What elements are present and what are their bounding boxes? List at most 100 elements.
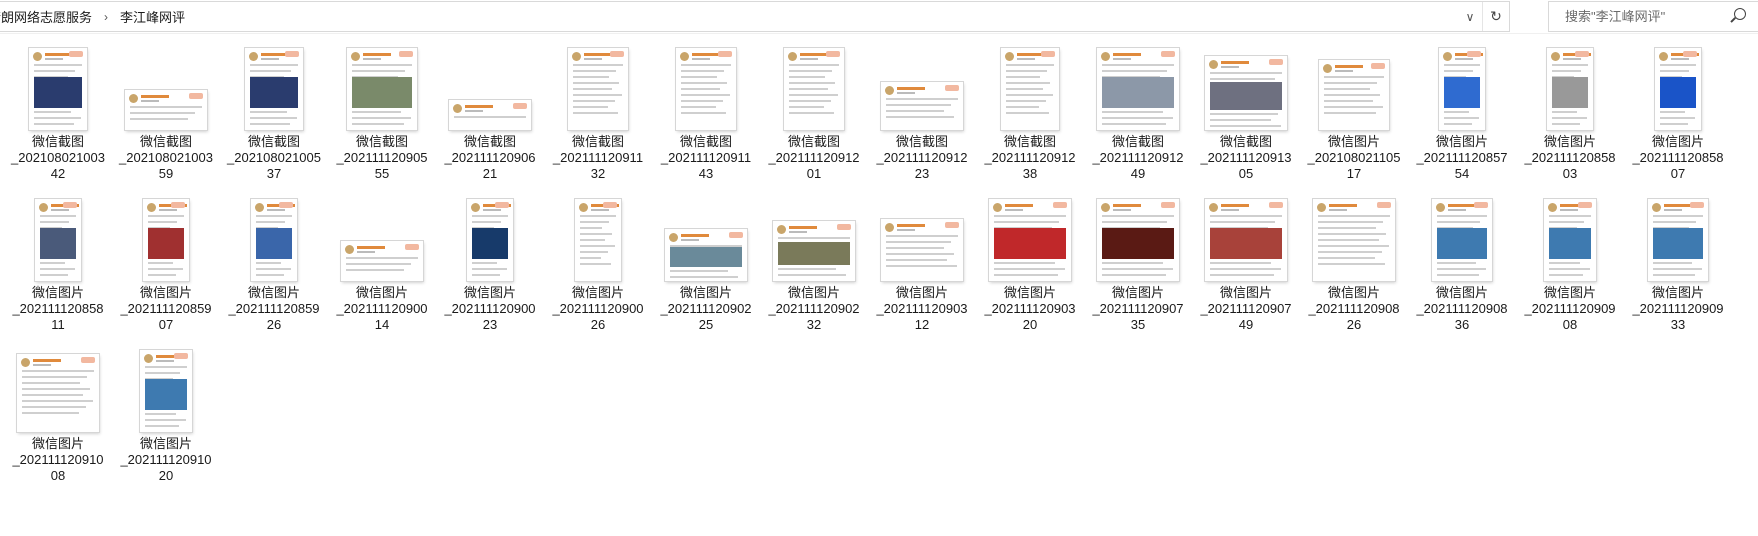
file-thumbnail: [676, 48, 736, 130]
thumb-logo: [405, 244, 419, 250]
file-item[interactable]: 微信图片 _202111120900 14: [328, 191, 436, 341]
thumb-text-line: [1006, 82, 1050, 84]
thumb-logo: [81, 357, 95, 363]
thumb-logo: [1474, 202, 1488, 208]
file-thumbnail: [1319, 60, 1389, 130]
thumb-logo: [826, 51, 840, 57]
breadcrumb-item-parent[interactable]: 晴朗网络志愿服务: [0, 7, 92, 26]
file-name-line: _202111120905: [336, 150, 428, 165]
breadcrumb-item-current[interactable]: 李江峰网评: [120, 7, 185, 26]
thumb-header: [141, 95, 169, 98]
file-item[interactable]: 微信截图 _202108021005 37: [220, 40, 328, 190]
search-input[interactable]: [1563, 8, 1727, 25]
thumb-text-line: [994, 215, 1066, 217]
file-item[interactable]: 微信截图 _202111120913 05: [1192, 40, 1300, 190]
file-name-line: _202111120911: [660, 150, 752, 165]
thumb-text-line: [148, 268, 183, 270]
thumb-text-line: [34, 111, 71, 113]
file-item[interactable]: 微信图片 _202111120858 11: [4, 191, 112, 341]
file-item[interactable]: 微信截图 _202108021003 59: [112, 40, 220, 190]
chevron-right-icon[interactable]: ›: [104, 10, 108, 24]
thumb-text-line: [580, 257, 601, 259]
thumb-text-line: [22, 400, 93, 402]
file-item[interactable]: 微信图片 _202111120908 36: [1408, 191, 1516, 341]
file-item[interactable]: 微信截图 _202111120912 01: [760, 40, 868, 190]
file-name-line: 32: [590, 166, 606, 181]
file-item[interactable]: 微信图片 _202111120859 26: [220, 191, 328, 341]
file-item[interactable]: 微信图片 _202111120907 35: [1084, 191, 1192, 341]
thumb-text-line: [40, 274, 68, 276]
search-box[interactable]: [1548, 1, 1758, 32]
file-item[interactable]: 微信截图 _202111120912 38: [976, 40, 1084, 190]
file-name-line: _202111120859: [228, 301, 320, 316]
thumb-subheader: [1005, 209, 1023, 211]
file-item[interactable]: 微信图片 _202111120902 32: [760, 191, 868, 341]
file-item[interactable]: 微信截图 _202111120912 49: [1084, 40, 1192, 190]
file-name-line: _202111120910: [12, 452, 104, 467]
thumb-avatar: [885, 86, 894, 95]
file-item[interactable]: 微信截图 _202108021003 42: [4, 40, 112, 190]
file-item[interactable]: 微信图片 _202111120858 07: [1624, 40, 1732, 190]
file-item[interactable]: 微信截图 _202111120906 21: [436, 40, 544, 190]
thumbnail-frame: [1624, 40, 1732, 130]
thumb-text-line: [346, 269, 404, 271]
file-item[interactable]: 微信截图 _202111120911 43: [652, 40, 760, 190]
file-thumbnail: [1439, 48, 1485, 130]
thumb-text-line: [34, 70, 75, 72]
file-item[interactable]: 微信图片 _202111120909 33: [1624, 191, 1732, 341]
file-name-line: 微信截图: [1111, 134, 1164, 149]
file-item[interactable]: 微信图片 _202111120908 26: [1300, 191, 1408, 341]
file-item[interactable]: 微信图片 _202111120902 25: [652, 191, 760, 341]
thumb-logo: [495, 202, 509, 208]
file-name-line: 23: [914, 166, 930, 181]
file-name-line: _202111120909: [1632, 301, 1724, 316]
file-name-line: 微信截图: [1003, 134, 1056, 149]
thumb-logo: [945, 222, 959, 228]
file-item[interactable]: 微信截图 _202111120912 23: [868, 40, 976, 190]
file-item[interactable]: 微信图片 _202111120903 12: [868, 191, 976, 341]
thumb-logo: [399, 51, 413, 57]
file-item[interactable]: 微信图片 _202111120858 03: [1516, 40, 1624, 190]
thumb-logo: [285, 51, 299, 57]
thumb-logo: [945, 85, 959, 91]
thumb-text-line: [1660, 70, 1689, 72]
file-item[interactable]: 微信图片 _202111120900 23: [436, 191, 544, 341]
thumb-text-line: [573, 94, 622, 96]
thumb-text-line: [34, 117, 81, 119]
file-item[interactable]: 微信图片 _202111120903 20: [976, 191, 1084, 341]
file-item[interactable]: 微信图片 _202111120910 20: [112, 342, 220, 492]
file-item[interactable]: 微信截图 _202111120911 32: [544, 40, 652, 190]
thumb-subheader: [1664, 209, 1682, 211]
search-icon[interactable]: [1734, 8, 1746, 20]
file-name: 微信截图 _202111120905 55: [328, 134, 436, 182]
refresh-icon[interactable]: ↻: [1482, 2, 1509, 31]
thumb-text-line: [1444, 123, 1472, 125]
file-name: 微信图片 _202111120900 23: [436, 285, 544, 333]
file-item[interactable]: 微信图片 _202111120909 08: [1516, 191, 1624, 341]
file-item[interactable]: 微信图片 _202111120910 08: [4, 342, 112, 492]
file-item[interactable]: 微信图片 _202111120900 26: [544, 191, 652, 341]
file-item[interactable]: 微信截图 _202111120905 55: [328, 40, 436, 190]
file-item[interactable]: 微信图片 _202111120859 07: [112, 191, 220, 341]
thumb-text-line: [1102, 274, 1166, 276]
file-name-line: 49: [1238, 317, 1254, 332]
file-item[interactable]: 微信图片 _202108021105 17: [1300, 40, 1408, 190]
thumb-avatar: [345, 245, 354, 254]
file-name-line: 11: [51, 317, 65, 332]
thumb-text-line: [40, 215, 76, 217]
thumb-text-line: [886, 265, 957, 267]
thumb-photo: [1653, 228, 1703, 259]
thumb-avatar: [129, 94, 138, 103]
file-name-line: _202111120902: [768, 301, 860, 316]
file-item[interactable]: 微信图片 _202111120907 49: [1192, 191, 1300, 341]
thumb-text-line: [1102, 64, 1174, 66]
chevron-down-icon[interactable]: ∨: [1457, 2, 1483, 31]
thumb-text-line: [670, 270, 728, 272]
address-bar[interactable]: 晴朗网络志愿服务 › 李江峰网评 ∨ ↻: [0, 1, 1510, 32]
file-name-line: _202111120912: [984, 150, 1076, 165]
file-item[interactable]: 微信图片 _202111120857 54: [1408, 40, 1516, 190]
thumb-text-line: [22, 370, 94, 372]
thumb-text-line: [681, 88, 720, 90]
file-name-line: _202111120900: [336, 301, 428, 316]
thumb-logo: [610, 51, 624, 57]
